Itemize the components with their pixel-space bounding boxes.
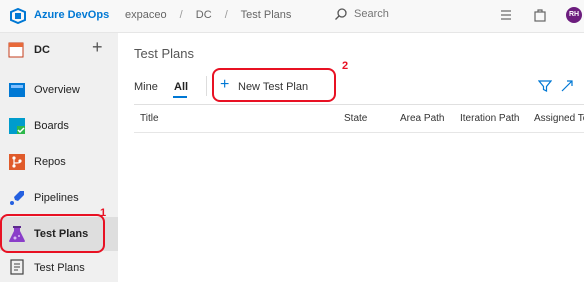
sidebar-item-label: Overview (34, 84, 80, 96)
top-bar: Azure DevOps expaceo / DC / Test Plans R… (0, 0, 584, 33)
project-name: DC (34, 44, 50, 56)
filter-icon[interactable] (538, 79, 552, 93)
add-icon[interactable]: + (92, 38, 103, 56)
search-box[interactable] (328, 4, 468, 26)
list-settings-icon[interactable] (498, 7, 514, 23)
project-icon (8, 42, 24, 58)
column-header-state[interactable]: State (344, 113, 367, 124)
overview-icon (9, 83, 25, 97)
marketplace-bag-icon[interactable] (532, 7, 548, 23)
toolbar-divider (206, 76, 207, 96)
sidebar-item-repos[interactable]: Repos (0, 145, 118, 179)
search-input[interactable] (354, 6, 454, 22)
sidebar-item-label: Pipelines (34, 192, 79, 204)
sidebar-item-boards[interactable]: Boards (0, 109, 118, 143)
expand-icon[interactable] (560, 79, 574, 93)
breadcrumb-separator: / (224, 9, 228, 21)
sidebar-item-label: Test Plans (34, 262, 85, 274)
breadcrumb-org[interactable]: expaceo (125, 9, 167, 21)
annotation-number-2: 2 (342, 60, 349, 72)
annotation-box-2 (212, 68, 336, 102)
pipelines-icon (10, 191, 24, 205)
boards-icon (9, 118, 25, 134)
breadcrumb-separator: / (179, 9, 183, 21)
test-plans-sub-icon (10, 259, 24, 275)
header-divider (134, 104, 584, 105)
selected-tab-indicator (173, 96, 187, 98)
sidebar-item-label: Boards (34, 120, 69, 132)
azure-devops-logo-icon[interactable] (10, 8, 26, 24)
repos-icon (9, 154, 25, 170)
avatar[interactable]: RH (566, 7, 582, 23)
sidebar-subitem-test-plans[interactable]: Test Plans (0, 254, 118, 282)
breadcrumb: expaceo / DC / Test Plans (125, 9, 301, 21)
breadcrumb-page[interactable]: Test Plans (241, 9, 292, 21)
page-title: Test Plans (134, 46, 194, 61)
sidebar-item-label: Repos (34, 156, 66, 168)
column-header-title[interactable]: Title (140, 113, 159, 124)
annotation-box-1 (0, 214, 105, 253)
column-header-iteration-path[interactable]: Iteration Path (460, 113, 519, 124)
tab-all[interactable]: All (174, 81, 188, 93)
column-header-area-path[interactable]: Area Path (400, 113, 444, 124)
brand-name[interactable]: Azure DevOps (34, 9, 109, 21)
search-icon (335, 8, 347, 20)
project-header[interactable]: DC + (0, 33, 118, 67)
column-header-divider (134, 132, 584, 133)
tab-mine[interactable]: Mine (134, 81, 158, 93)
breadcrumb-project[interactable]: DC (196, 9, 212, 21)
annotation-number-1: 1 (100, 207, 107, 219)
sidebar-item-overview[interactable]: Overview (0, 73, 118, 107)
column-header-assigned-to[interactable]: Assigned To (534, 113, 584, 124)
